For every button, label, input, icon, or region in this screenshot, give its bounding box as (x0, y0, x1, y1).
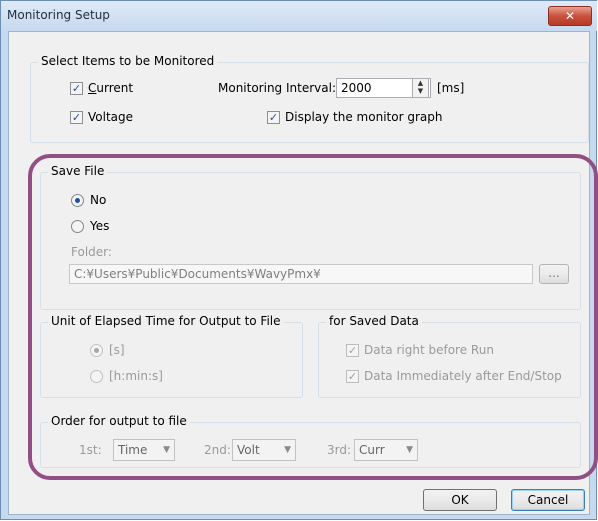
cancel-button[interactable]: Cancel (511, 489, 585, 511)
monitor-items-group-title: Select Items to be Monitored (38, 54, 218, 68)
order-third-value: Curr (359, 443, 385, 457)
chevron-down-icon: ▼ (284, 445, 291, 455)
after-end-checkbox[interactable]: ✓ (346, 370, 359, 383)
current-label: Current (88, 81, 134, 95)
saved-data-group-title: for Saved Data (326, 314, 422, 328)
order-first-select[interactable]: Time ▼ (113, 439, 175, 461)
window-title: Monitoring Setup (7, 8, 110, 22)
order-first-value: Time (118, 443, 148, 457)
current-label-text: urrent (96, 81, 134, 95)
folder-path-input[interactable]: C:¥Users¥Public¥Documents¥WavyPmx¥ (69, 264, 533, 284)
interval-label: Monitoring Interval: (218, 81, 336, 95)
save-file-group: Save File No Yes Folder: C:¥Users¥Public… (40, 164, 581, 310)
display-graph-checkbox[interactable]: ✓ (267, 111, 280, 124)
save-no-radio[interactable] (71, 194, 84, 207)
save-file-group-title: Save File (48, 164, 108, 178)
close-button[interactable]: ✕ (548, 6, 592, 26)
spin-down-icon[interactable]: ▼ (418, 87, 423, 95)
unit-hms-label: [h:min:s] (109, 369, 163, 383)
current-checkbox[interactable]: ✓ (70, 82, 83, 95)
unit-hms-radio[interactable] (90, 370, 103, 383)
voltage-checkbox[interactable]: ✓ (70, 111, 83, 124)
after-end-label: Data Immediately after End/Stop (364, 369, 562, 383)
before-run-checkbox[interactable]: ✓ (346, 344, 359, 357)
folder-label: Folder: (71, 245, 112, 259)
spin-up-icon[interactable]: ▲ (418, 79, 423, 87)
before-run-label: Data right before Run (364, 343, 494, 357)
saved-data-group: for Saved Data ✓ Data right before Run ✓… (318, 314, 581, 398)
ok-button[interactable]: OK (423, 489, 497, 511)
chevron-down-icon: ▼ (163, 445, 170, 455)
order-second-value: Volt (237, 443, 260, 457)
browse-folder-button[interactable]: ... (539, 264, 569, 284)
order-first-label: 1st: (79, 443, 102, 457)
order-third-select[interactable]: Curr ▼ (354, 439, 418, 461)
interval-unit: [ms] (437, 81, 465, 95)
output-order-group-title: Order for output to file (48, 414, 190, 428)
unit-seconds-radio[interactable] (90, 344, 103, 357)
order-second-label: 2nd: (204, 443, 231, 457)
dialog-client-area: Select Items to be Monitored ✓ Current ✓… (8, 31, 590, 515)
voltage-label: Voltage (88, 110, 134, 124)
output-order-group: Order for output to file 1st: Time ▼ 2nd… (40, 414, 581, 468)
dialog-window: Monitoring Setup ✕ Select Items to be Mo… (0, 0, 597, 520)
save-yes-label: Yes (90, 219, 110, 233)
order-third-label: 3rd: (327, 443, 352, 457)
interval-spinner[interactable]: ▲ ▼ (412, 78, 429, 98)
elapsed-unit-group-title: Unit of Elapsed Time for Output to File (48, 314, 284, 328)
save-no-label: No (90, 193, 107, 207)
unit-seconds-label: [s] (109, 343, 125, 357)
save-yes-radio[interactable] (71, 220, 84, 233)
monitor-items-group: Select Items to be Monitored ✓ Current ✓… (30, 54, 589, 143)
close-icon: ✕ (564, 9, 576, 23)
chevron-down-icon: ▼ (406, 445, 413, 455)
display-graph-label: Display the monitor graph (285, 110, 443, 124)
order-second-select[interactable]: Volt ▼ (232, 439, 296, 461)
title-bar[interactable]: Monitoring Setup ✕ (1, 1, 597, 31)
elapsed-unit-group: Unit of Elapsed Time for Output to File … (40, 314, 303, 398)
